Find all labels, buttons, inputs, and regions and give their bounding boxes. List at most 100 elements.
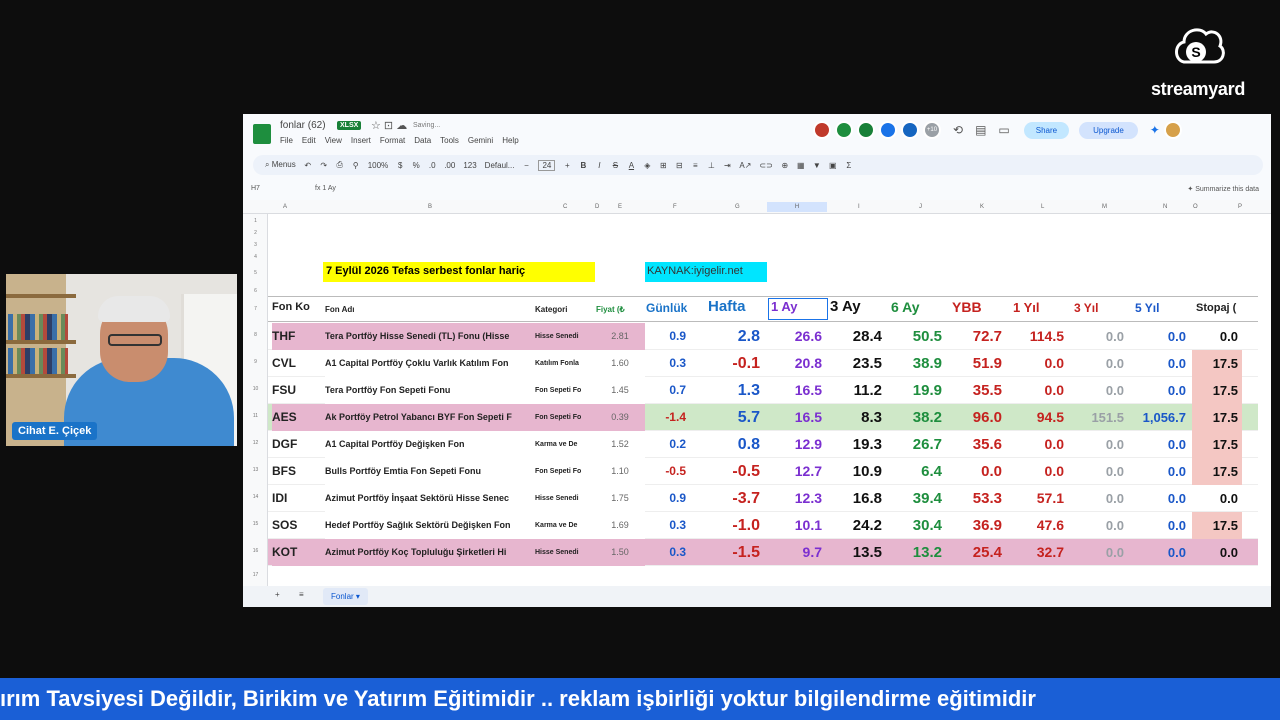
font-select[interactable]: Defaul...	[485, 161, 515, 170]
fund-m6[interactable]: 38.2	[888, 404, 946, 431]
fund-category[interactable]: Katılım Fonla	[535, 350, 595, 377]
fund-code[interactable]: FSU	[272, 377, 327, 404]
fund-y1[interactable]: 94.5	[1010, 404, 1068, 431]
row-number[interactable]: 9	[243, 359, 268, 365]
rotate-icon[interactable]: A↗	[739, 161, 751, 170]
fund-m3[interactable]: 13.5	[828, 539, 886, 566]
header-daily[interactable]: Günlük	[646, 301, 687, 315]
table-row[interactable]: AES Ak Portföy Petrol Yabancı BYF Fon Sep…	[268, 404, 1258, 431]
fund-y1[interactable]: 0.0	[1010, 350, 1068, 377]
fund-week[interactable]: -1.5	[692, 539, 764, 566]
fund-y5[interactable]: 0.0	[1130, 350, 1190, 377]
fund-name[interactable]: Azimut Portföy İnşaat Sektörü Hisse Sene…	[325, 485, 535, 512]
fund-y3[interactable]: 151.5	[1070, 404, 1128, 431]
fund-ybb[interactable]: 35.6	[948, 431, 1006, 458]
fund-week[interactable]: 0.8	[692, 431, 764, 458]
paint-format-icon[interactable]: ⚲	[352, 161, 360, 170]
insert-comment-icon[interactable]: ⊕	[781, 161, 789, 170]
row-number[interactable]: 7	[243, 306, 268, 312]
meet-icon[interactable]: ▭	[998, 123, 1009, 137]
fund-ybb[interactable]: 96.0	[948, 404, 1006, 431]
print-icon[interactable]: ⎙	[336, 160, 344, 170]
column-header[interactable]: C	[563, 204, 567, 210]
fund-m1[interactable]: 12.7	[768, 458, 826, 485]
table-row[interactable]: IDI Azimut Portföy İnşaat Sektörü Hisse S…	[268, 485, 1258, 512]
gemini-icon[interactable]: ✦	[1150, 123, 1160, 137]
fund-m1[interactable]: 10.1	[768, 512, 826, 539]
header-code[interactable]: Fon Ko	[272, 301, 310, 313]
fund-y1[interactable]: 32.7	[1010, 539, 1068, 566]
fund-category[interactable]: Karma ve De	[535, 512, 595, 539]
filter-icon[interactable]: ▼	[813, 161, 821, 170]
column-header[interactable]: P	[1238, 204, 1242, 210]
header-1-month[interactable]: 1 Ay	[768, 298, 828, 320]
column-header-selected[interactable]: H	[767, 202, 827, 212]
fund-code[interactable]: DGF	[272, 431, 327, 458]
name-box[interactable]: H7	[251, 185, 260, 192]
header-3-year[interactable]: 3 Yıl	[1074, 301, 1098, 315]
row-number[interactable]: 10	[243, 386, 268, 392]
fund-m1[interactable]: 12.3	[768, 485, 826, 512]
font-size-input[interactable]: 24	[538, 159, 556, 171]
row-number[interactable]: 13	[243, 467, 268, 473]
fund-tax[interactable]: 17.5	[1192, 458, 1242, 485]
fund-m1[interactable]: 9.7	[768, 539, 826, 566]
add-sheet-icon[interactable]: +	[275, 590, 280, 599]
table-row[interactable]: CVL A1 Capital Portföy Çoklu Varlık Katıl…	[268, 350, 1258, 377]
redo-icon[interactable]: ↷	[320, 161, 328, 170]
table-row[interactable]: DGF A1 Capital Portföy Değişken Fon Karma …	[268, 431, 1258, 458]
fund-m1[interactable]: 16.5	[768, 377, 826, 404]
fund-m3[interactable]: 11.2	[828, 377, 886, 404]
menu-help[interactable]: Help	[502, 136, 518, 145]
fund-y5[interactable]: 0.0	[1130, 377, 1190, 404]
column-header[interactable]: E	[618, 204, 622, 210]
fund-code[interactable]: AES	[272, 404, 327, 431]
fund-y3[interactable]: 0.0	[1070, 323, 1128, 350]
sheet-title-cell[interactable]: 7 Eylül 2026 Tefas serbest fonlar hariç	[323, 262, 595, 282]
column-header[interactable]: I	[858, 204, 860, 210]
fund-m6[interactable]: 38.9	[888, 350, 946, 377]
column-header[interactable]: N	[1163, 204, 1167, 210]
fund-tax[interactable]: 17.5	[1192, 350, 1242, 377]
fund-y3[interactable]: 0.0	[1070, 377, 1128, 404]
fund-week[interactable]: -1.0	[692, 512, 764, 539]
row-number[interactable]: 17	[243, 572, 268, 578]
currency-icon[interactable]: $	[396, 161, 404, 170]
account-avatar[interactable]	[1163, 121, 1182, 139]
fund-code[interactable]: BFS	[272, 458, 327, 485]
row-number[interactable]: 4	[243, 254, 268, 260]
fund-name[interactable]: Hedef Portföy Sağlık Sektörü Değişken Fo…	[325, 512, 535, 539]
avatar[interactable]	[857, 121, 875, 139]
fund-tax[interactable]: 0.0	[1192, 485, 1242, 512]
fund-week[interactable]: -0.1	[692, 350, 764, 377]
fund-code[interactable]: IDI	[272, 485, 327, 512]
row-number[interactable]: 2	[243, 230, 268, 236]
fund-category[interactable]: Hisse Senedi	[535, 539, 595, 566]
fund-y1[interactable]: 57.1	[1010, 485, 1068, 512]
header-6-month[interactable]: 6 Ay	[891, 299, 920, 315]
percent-button[interactable]: %	[412, 161, 420, 170]
column-header[interactable]: L	[1041, 204, 1044, 210]
spreadsheet-grid[interactable]: A B C D E F G H I J K L M N O P 1 2 3 4 …	[243, 200, 1271, 586]
fund-y5[interactable]: 0.0	[1130, 458, 1190, 485]
fund-daily[interactable]: 0.3	[638, 350, 690, 377]
fund-name[interactable]: A1 Capital Portföy Değişken Fon	[325, 431, 535, 458]
zoom-select[interactable]: 100%	[368, 161, 388, 170]
row-number[interactable]: 12	[243, 440, 268, 446]
menu-insert[interactable]: Insert	[351, 136, 371, 145]
number-format-button[interactable]: 123	[463, 161, 476, 170]
header-5-year[interactable]: 5 Yıl	[1135, 301, 1159, 315]
fund-m6[interactable]: 30.4	[888, 512, 946, 539]
fund-y5[interactable]: 0.0	[1130, 512, 1190, 539]
strikethrough-icon[interactable]: S	[611, 161, 619, 170]
share-button[interactable]: Share	[1023, 121, 1070, 139]
column-header[interactable]: D	[595, 204, 599, 210]
fund-ybb[interactable]: 72.7	[948, 323, 1006, 350]
avatar[interactable]	[879, 121, 897, 139]
fund-category[interactable]: Karma ve De	[535, 431, 595, 458]
fill-color-icon[interactable]: ◈	[643, 161, 651, 170]
fund-category[interactable]: Hisse Senedi	[535, 485, 595, 512]
functions-icon[interactable]: Σ	[845, 161, 853, 170]
table-row[interactable]: THF Tera Portföy Hisse Senedi (TL) Fonu (…	[268, 323, 1258, 350]
row-number[interactable]: 3	[243, 242, 268, 248]
